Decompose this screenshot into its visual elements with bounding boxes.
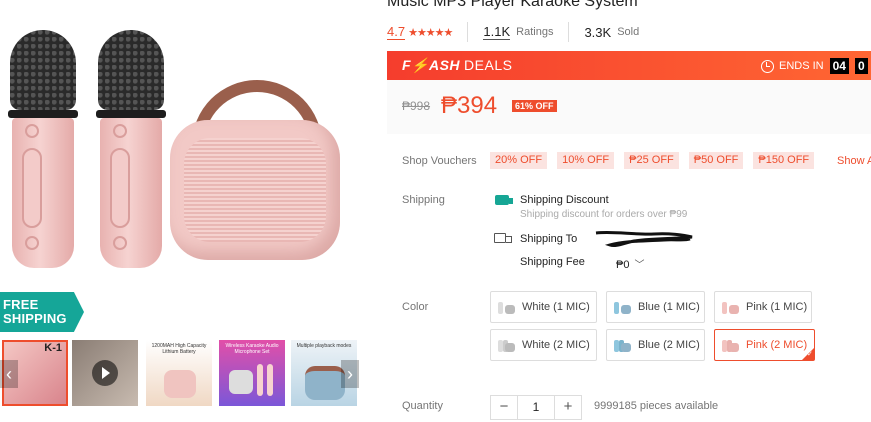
chevron-left-icon[interactable]: ‹ [0,360,18,388]
thumbnail-caption: Multiple playback modes [296,343,352,349]
countdown: ENDS IN 04 0 [761,58,868,74]
thumbnail[interactable]: Wireless Karaoke Audio Microphone Set [219,340,285,406]
color-option-pink-1mic[interactable]: Pink (1 MIC) [714,291,812,323]
truck-icon [494,233,512,243]
countdown-minutes: 0 [854,58,868,74]
shipping-fee-label: Shipping Fee [520,256,585,268]
star-rating-icon: ★★★★★ [408,26,453,39]
variant-label: Pink (1 MIC) [746,301,808,313]
stock-available: 9999185 pieces available [594,400,719,412]
variant-thumb-icon [722,300,740,314]
decrement-button[interactable]: − [491,396,517,419]
variant-label: Pink (2 MIC) [746,339,808,351]
microphone-image [8,30,78,268]
voucher-chip[interactable]: ₱25 OFF [624,152,679,169]
thumbnail[interactable] [72,340,138,406]
variant-label: Blue (1 MIC) [638,301,700,313]
selected-check-icon [802,348,814,360]
product-gallery: FREE SHIPPING K-1 1200MAH High Capacity … [0,0,370,422]
shipping-to-label: Shipping To [520,233,578,245]
variant-label: White (1 MIC) [522,301,590,313]
thumbnail-caption: K-1 [44,342,62,354]
show-all-vouchers-link[interactable]: Show A [837,155,871,167]
product-title: Music MP3 Player Karaoke System [387,0,638,10]
free-shipping-badge: FREE SHIPPING [0,292,84,332]
shipping-discount-subtitle: Shipping discount for orders over ₱99 [520,209,688,220]
chevron-right-icon[interactable]: › [341,360,359,388]
sold-count: 3.3K [584,24,612,40]
current-price: ₱394 [441,92,498,119]
variant-label: White (2 MIC) [522,339,590,351]
color-option-white-1mic[interactable]: White (1 MIC) [490,291,597,323]
countdown-hours: 04 [829,58,849,74]
main-product-image[interactable] [0,0,370,300]
sold-label: Sold [617,26,640,38]
variant-thumb-icon [722,338,740,352]
color-option-blue-2mic[interactable]: Blue (2 MIC) [606,329,705,361]
voucher-chip[interactable]: 10% OFF [557,152,615,169]
shipping-discount-title: Shipping Discount [520,194,609,206]
voucher-chip[interactable]: ₱50 OFF [688,152,744,169]
variant-thumb-icon [614,338,632,352]
thumbnail-caption: Wireless Karaoke Audio Microphone Set [225,343,279,355]
voucher-chip[interactable]: 20% OFF [490,152,548,169]
variant-thumb-icon [498,300,516,314]
thumbnail-caption: 1200MAH High Capacity Lithium Battery [151,343,207,355]
flash-deals-logo: F⚡ASH DEALS [402,57,512,74]
voucher-chip[interactable]: ₱150 OFF [753,152,815,169]
ratings-label: Ratings [516,26,554,38]
color-label: Color [402,301,429,313]
variant-thumb-icon [498,338,516,352]
quantity-stepper: − 1 + [490,395,582,420]
thumbnail[interactable]: 1200MAH High Capacity Lithium Battery [146,340,212,406]
original-price: ₱998 [402,99,431,113]
color-option-pink-2mic[interactable]: Pink (2 MIC) [714,329,815,361]
price-section: ₱998 ₱394 61% OFF [387,80,871,134]
redacted-address-scribble[interactable] [594,229,694,249]
microphone-image [96,30,166,268]
rating-value[interactable]: 4.7 [387,24,406,40]
color-option-blue-1mic[interactable]: Blue (1 MIC) [606,291,705,323]
badge-line-1: FREE [3,297,39,312]
flash-deals-banner: F⚡ASH DEALS ENDS IN 04 0 [387,51,871,80]
color-option-white-2mic[interactable]: White (2 MIC) [490,329,597,361]
shipping-fee-value: ₱0 [616,259,630,271]
quantity-input[interactable]: 1 [517,396,555,419]
increment-button[interactable]: + [555,396,581,419]
speaker-image [170,80,340,260]
thumbnail-strip: K-1 1200MAH High Capacity Lithium Batter… [0,340,360,406]
badge-line-2: SHIPPING [3,311,67,326]
play-icon [92,360,118,386]
flash-deals-label: DEALS [464,57,513,73]
variant-label: Blue (2 MIC) [638,339,700,351]
clock-icon [761,59,774,73]
shipping-label: Shipping [402,194,445,206]
quantity-label: Quantity [402,400,443,412]
flash-brand: F⚡ASH [402,57,461,73]
chevron-down-icon: ﹀ [634,260,645,271]
ends-in-label: ENDS IN [779,60,824,72]
voucher-list: 20% OFF 10% OFF ₱25 OFF ₱50 OFF ₱150 OFF [490,152,824,169]
vouchers-label: Shop Vouchers [402,155,477,167]
shipping-fee-dropdown[interactable]: ₱0 ﹀ [616,256,645,271]
ratings-count[interactable]: 1.1K [483,24,511,40]
free-shipping-truck-icon [495,195,513,205]
product-stats: 4.7 ★★★★★ 1.1K Ratings 3.3K Sold [387,22,640,42]
variant-thumb-icon [614,300,632,314]
discount-badge: 61% OFF [512,100,557,112]
